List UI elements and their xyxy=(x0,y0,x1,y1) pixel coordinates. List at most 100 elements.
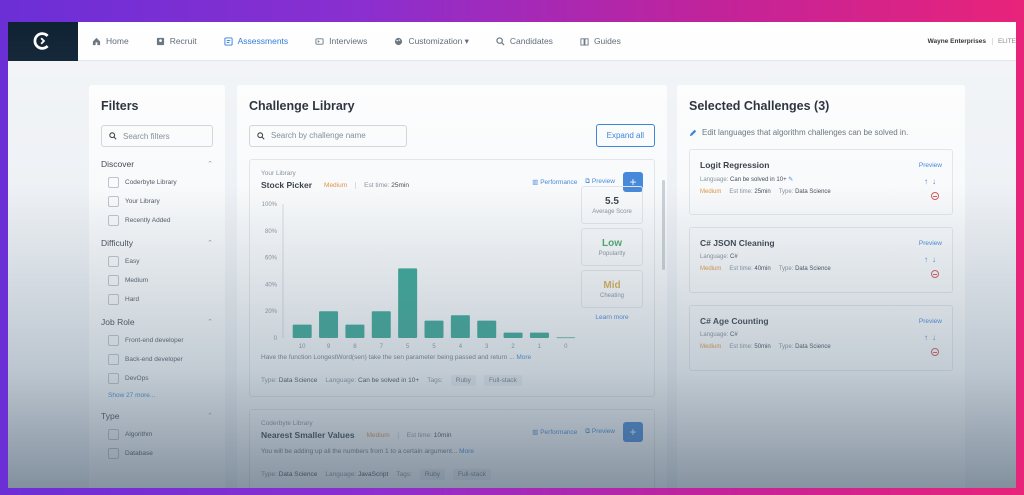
filter-section-header[interactable]: Job Role ⌃ xyxy=(101,317,213,327)
filter-option[interactable]: Hard xyxy=(108,294,213,305)
chart-bar[interactable] xyxy=(292,324,312,338)
filter-option-label: DevOps xyxy=(125,375,149,382)
nav-home[interactable]: Home xyxy=(92,36,129,46)
arrow-up-icon[interactable]: ↑ xyxy=(924,177,932,186)
reorder-arrows[interactable]: ↑↓ xyxy=(924,177,940,186)
language-label: Language: xyxy=(325,377,357,384)
checkbox[interactable] xyxy=(108,429,119,440)
chart-bar[interactable] xyxy=(477,320,497,338)
challenge-description: Have the function LongestWord(sen) take … xyxy=(261,354,643,361)
checkbox[interactable] xyxy=(108,448,119,459)
reorder-arrows[interactable]: ↑↓ xyxy=(924,333,940,342)
more-link[interactable]: More xyxy=(459,448,474,455)
pencil-icon[interactable]: ✎ xyxy=(788,177,793,183)
chart-bar[interactable] xyxy=(319,311,339,338)
filter-option[interactable]: Front-end developer xyxy=(108,335,213,346)
remove-icon[interactable] xyxy=(931,270,939,278)
checkbox[interactable] xyxy=(108,215,119,226)
arrow-up-icon[interactable]: ↑ xyxy=(924,333,932,342)
filter-option[interactable]: Medium xyxy=(108,275,213,286)
show-more-link[interactable]: Show 27 more... xyxy=(108,392,213,399)
filter-section-header[interactable]: Type ⌃ xyxy=(101,411,213,421)
expand-all-button[interactable]: Expand all xyxy=(595,124,655,147)
account-menu[interactable]: Wayne Enterprises ELITE xyxy=(928,22,1016,61)
filter-option[interactable]: DevOps xyxy=(108,373,213,384)
chart-bar[interactable] xyxy=(371,311,391,338)
performance-link[interactable]: ▥ Performance xyxy=(532,178,577,186)
library-scrollbar[interactable] xyxy=(662,180,665,270)
chart-bar[interactable] xyxy=(529,332,549,338)
arrow-down-icon[interactable]: ↓ xyxy=(932,255,940,264)
checkbox[interactable] xyxy=(108,275,119,286)
preview-link[interactable]: Preview xyxy=(919,318,942,325)
preview-link[interactable]: Preview xyxy=(919,162,942,169)
x-tick-label: 7 xyxy=(380,344,384,348)
checkbox[interactable] xyxy=(108,354,119,365)
challenge-name[interactable]: Stock Picker xyxy=(261,180,312,190)
nav-interviews[interactable]: Interviews xyxy=(315,36,367,46)
filter-section-header[interactable]: Discover ⌃ xyxy=(101,159,213,169)
chart-bar[interactable] xyxy=(398,268,418,338)
chart-bar[interactable] xyxy=(424,320,444,338)
nav-candidates[interactable]: Candidates xyxy=(496,36,553,46)
x-tick-label: 3 xyxy=(485,344,489,348)
filter-option[interactable]: Database xyxy=(108,448,213,459)
filter-option[interactable]: Algorithm xyxy=(108,429,213,440)
add-challenge-button[interactable]: + xyxy=(623,422,643,442)
stat-value: Mid xyxy=(603,279,621,291)
checkbox[interactable] xyxy=(108,196,119,207)
stat-cheating: Mid Cheating xyxy=(581,270,643,308)
more-link[interactable]: More xyxy=(516,354,531,361)
filter-option[interactable]: Coderbyte Library xyxy=(108,177,213,188)
checkbox[interactable] xyxy=(108,373,119,384)
arrow-down-icon[interactable]: ↓ xyxy=(932,333,940,342)
reorder-arrows[interactable]: ↑↓ xyxy=(924,255,940,264)
filter-option[interactable]: Recently Added xyxy=(108,215,213,226)
tag-chip: Ruby xyxy=(450,375,476,386)
checkbox[interactable] xyxy=(108,294,119,305)
performance-link[interactable]: ▥ Performance xyxy=(532,428,577,436)
assessments-icon xyxy=(224,36,233,46)
filter-section-header[interactable]: Difficulty ⌃ xyxy=(101,238,213,248)
nav-recruit[interactable]: Recruit xyxy=(156,36,197,46)
coderbyte-logo[interactable] xyxy=(8,22,78,61)
performance-label: Performance xyxy=(540,429,578,436)
learn-more-link[interactable]: Learn more xyxy=(581,314,643,321)
remove-icon[interactable] xyxy=(931,192,939,200)
preview-link[interactable]: ⧉ Preview xyxy=(585,178,615,186)
search-icon xyxy=(109,132,117,140)
checkbox[interactable] xyxy=(108,256,119,267)
nav-customization[interactable]: Customization ▾ xyxy=(394,36,469,47)
challenge-name[interactable]: Nearest Smaller Values xyxy=(261,430,355,440)
nav-assessments-label: Assessments xyxy=(237,36,289,46)
nav-assessments[interactable]: Assessments xyxy=(224,36,289,46)
checkbox[interactable] xyxy=(108,335,119,346)
chart-bar[interactable] xyxy=(450,315,470,338)
challenge-search-input[interactable]: Search by challenge name xyxy=(249,124,407,147)
checkbox[interactable] xyxy=(108,177,119,188)
filter-option[interactable]: Back-end developer xyxy=(108,354,213,365)
filter-option[interactable]: Your Library xyxy=(108,196,213,207)
remove-icon[interactable] xyxy=(931,348,939,356)
nav-recruit-label: Recruit xyxy=(169,36,197,46)
arrow-up-icon[interactable]: ↑ xyxy=(924,255,932,264)
preview-link[interactable]: ⧉ Preview xyxy=(585,428,615,436)
y-tick-label: 20% xyxy=(265,309,278,315)
nav-guides[interactable]: Guides xyxy=(580,36,621,46)
challenge-card: Your Library Stock Picker Medium Est tim… xyxy=(249,159,655,397)
edit-languages-link[interactable]: Edit languages that algorithm challenges… xyxy=(689,128,953,137)
stat-average-score: 5.5 Average Score xyxy=(581,186,643,224)
home-icon xyxy=(92,37,101,45)
filter-search-input[interactable]: Search filters xyxy=(101,125,213,147)
chart-bar[interactable] xyxy=(503,332,523,338)
chart-bar[interactable] xyxy=(345,324,365,338)
description-text: Have the function LongestWord(sen) take … xyxy=(261,354,515,361)
app-window: Home Recruit Assessments Interviews Cust… xyxy=(8,22,1016,488)
arrow-down-icon[interactable]: ↓ xyxy=(932,177,940,186)
language-value: JavaScript xyxy=(357,471,389,478)
stat-popularity: Low Popularity xyxy=(581,228,643,266)
filter-option[interactable]: Easy xyxy=(108,256,213,267)
filter-option-label: Database xyxy=(125,450,153,457)
preview-link[interactable]: Preview xyxy=(919,240,942,247)
chart-bar[interactable] xyxy=(556,337,576,339)
